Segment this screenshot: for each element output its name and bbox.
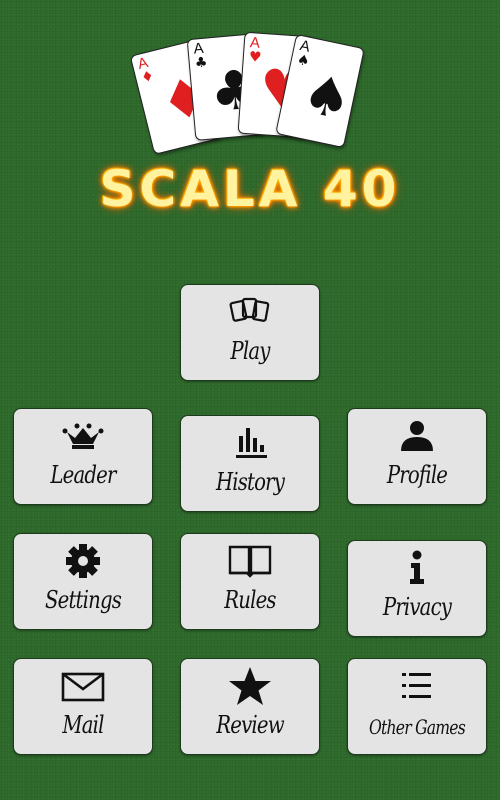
history-label: History: [215, 468, 285, 496]
game-title: SCALA 40: [99, 160, 401, 218]
settings-button[interactable]: Settings: [13, 533, 153, 630]
rules-label: Rules: [224, 586, 276, 614]
book-icon: [181, 542, 319, 580]
mail-button[interactable]: Mail: [13, 658, 153, 755]
leader-label: Leader: [50, 461, 116, 489]
privacy-button[interactable]: Privacy: [347, 540, 487, 637]
play-button[interactable]: Play: [180, 284, 320, 381]
bar-chart-icon: [181, 424, 319, 462]
leader-button[interactable]: Leader: [13, 408, 153, 505]
play-label: Play: [230, 337, 270, 365]
info-icon: [348, 549, 486, 587]
privacy-label: Privacy: [382, 593, 452, 621]
other-games-button[interactable]: Other Games: [347, 658, 487, 755]
gear-icon: [14, 542, 152, 580]
user-icon: [348, 417, 486, 455]
history-button[interactable]: History: [180, 415, 320, 512]
rules-button[interactable]: Rules: [180, 533, 320, 630]
profile-button[interactable]: Profile: [347, 408, 487, 505]
settings-label: Settings: [44, 586, 122, 614]
star-icon: [181, 667, 319, 705]
profile-label: Profile: [386, 461, 448, 489]
mail-icon: [14, 667, 152, 705]
review-label: Review: [216, 711, 284, 739]
other-games-label: Other Games: [369, 715, 466, 739]
review-button[interactable]: Review: [180, 658, 320, 755]
logo-cards: A ♦ ♦ A ♣ ♣ A ♥ ♥ A ♠ ♠: [129, 31, 365, 157]
mail-label: Mail: [62, 711, 104, 739]
cards-icon: [181, 293, 319, 331]
crown-icon: [14, 417, 152, 455]
list-icon: [348, 667, 486, 705]
